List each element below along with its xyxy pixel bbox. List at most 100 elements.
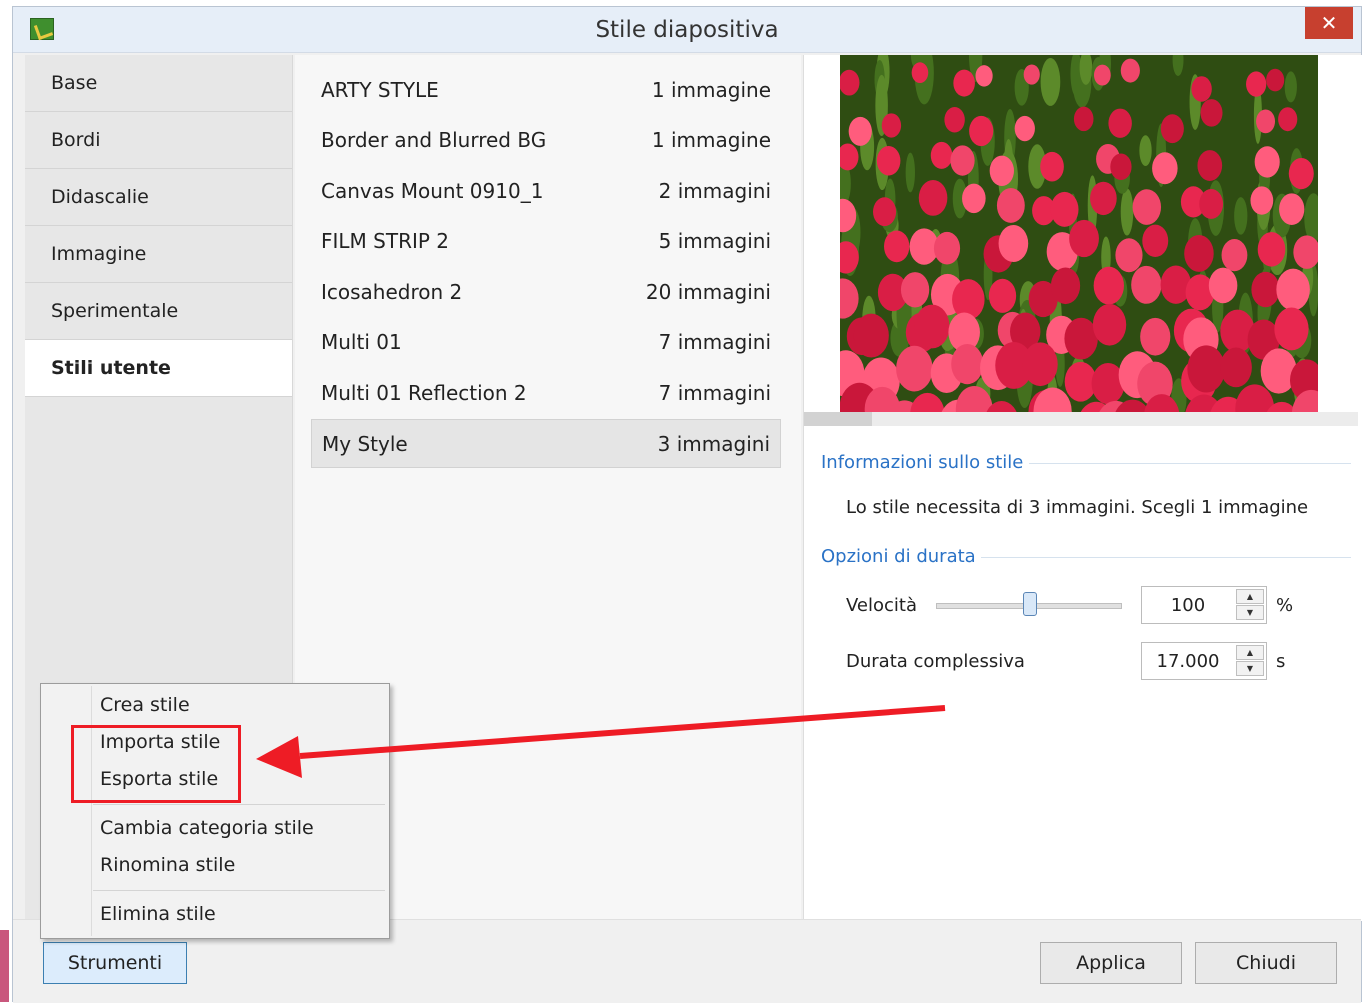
tulip-bloom [944, 106, 965, 133]
tulip-bloom [950, 145, 975, 176]
window-title: Stile diapositiva [595, 17, 779, 43]
leaf [1234, 197, 1248, 235]
spin-down-icon[interactable]: ▼ [1236, 661, 1264, 676]
tulip-bloom [969, 115, 994, 147]
tulip-bloom [1120, 58, 1140, 83]
tulip-bloom [1108, 108, 1132, 138]
preview-image [840, 55, 1318, 412]
speed-unit: % [1276, 595, 1294, 616]
tulip-bloom [1250, 186, 1274, 215]
preview-scrollbar-thumb[interactable] [804, 412, 872, 426]
tulip-bloom [1266, 68, 1285, 92]
title-bar: Stile diapositiva ✕ [13, 7, 1361, 53]
speed-input[interactable]: 100 ▲ ▼ [1141, 586, 1267, 624]
tulip-bloom [1276, 268, 1310, 311]
speed-value: 100 [1170, 595, 1206, 616]
tulip-bloom [1152, 152, 1178, 185]
menu-item-rinomina-stile[interactable]: Rinomina stile [100, 854, 235, 876]
speed-slider-thumb[interactable] [1023, 592, 1037, 616]
sidebar-item-base[interactable]: Base [25, 55, 292, 112]
tulip-bloom [930, 141, 953, 169]
list-item[interactable]: FILM STRIP 2 5 immagini [311, 217, 781, 266]
menu-separator [93, 804, 385, 805]
tulip-bloom [896, 345, 933, 392]
total-duration-value: 17.000 [1156, 651, 1220, 672]
tulip-bloom [1014, 115, 1035, 142]
info-section-title: Informazioni sullo stile [821, 452, 1024, 473]
style-name: Multi 01 Reflection 2 [321, 381, 527, 405]
tulip-bloom [1199, 189, 1224, 219]
speed-spinner: ▲ ▼ [1236, 589, 1264, 621]
style-name: ARTY STYLE [321, 78, 439, 102]
tools-button[interactable]: Strumenti [43, 942, 187, 984]
spin-up-icon[interactable]: ▲ [1236, 589, 1264, 604]
tulip-bloom [989, 155, 1015, 187]
tulip-bloom [1208, 267, 1238, 304]
tulip-bloom [1090, 181, 1117, 216]
tulip-bloom [1288, 157, 1314, 190]
background-strip [0, 930, 9, 1002]
close-button[interactable]: Chiudi [1195, 942, 1337, 984]
menu-item-crea-stile[interactable]: Crea stile [100, 694, 190, 716]
tulip-bloom [1092, 303, 1127, 346]
tulip-bloom [1050, 191, 1079, 227]
sidebar-item-stili-utente[interactable]: Stili utente [25, 340, 292, 397]
tulip-bloom [1064, 317, 1098, 360]
tools-context-menu: Crea stile Importa stile Esporta stile C… [40, 683, 390, 939]
style-image-count: 7 immagini [658, 381, 771, 405]
sidebar-item-bordi[interactable]: Bordi [25, 112, 292, 169]
menu-gutter [91, 686, 92, 936]
tulip-bloom [1073, 106, 1094, 132]
tulip-bloom [911, 62, 929, 84]
menu-separator [93, 890, 385, 891]
list-item[interactable]: Canvas Mount 0910_1 2 immagini [311, 167, 781, 216]
tulip-bloom [876, 146, 901, 176]
tulip-bloom [1251, 271, 1280, 308]
sidebar-item-didascalie[interactable]: Didascalie [25, 169, 292, 226]
tulip-bloom [881, 113, 902, 138]
sidebar-item-sperimentale[interactable]: Sperimentale [25, 283, 292, 340]
style-image-count: 2 immagini [658, 179, 771, 203]
tulip-bloom [884, 230, 910, 263]
style-name: My Style [322, 432, 408, 456]
tulip-bloom [1220, 347, 1252, 388]
style-details-panel: Informazioni sullo stile Lo stile necess… [803, 55, 1363, 921]
total-duration-spinner: ▲ ▼ [1236, 645, 1264, 677]
tulip-bloom [1160, 114, 1184, 144]
tulip-bloom [1197, 150, 1223, 181]
tulip-bloom [1256, 109, 1276, 134]
tulip-bloom [1040, 151, 1064, 182]
list-item[interactable]: Multi 01 Reflection 2 7 immagini [311, 369, 781, 418]
style-image-count: 1 immagine [651, 78, 771, 102]
tulip-bloom [1246, 71, 1267, 97]
list-item[interactable]: ARTY STYLE 1 immagine [311, 66, 781, 115]
tulip-bloom [1279, 193, 1305, 225]
tulip-bloom [1274, 307, 1309, 351]
total-duration-label: Durata complessiva [846, 651, 1025, 672]
tulip-bloom [1257, 232, 1286, 267]
tulip-bloom [900, 272, 930, 308]
tulip-bloom [848, 116, 872, 146]
leaf [1139, 135, 1152, 167]
list-item[interactable]: Icosahedron 2 20 immagini [311, 268, 781, 317]
list-item[interactable]: Multi 01 7 immagini [311, 318, 781, 367]
style-name: Icosahedron 2 [321, 280, 463, 304]
list-item-selected[interactable]: My Style 3 immagini [311, 419, 781, 468]
tulip-bloom [998, 224, 1029, 263]
leaf [905, 152, 915, 193]
spin-down-icon[interactable]: ▼ [1236, 605, 1264, 620]
tulip-bloom [1140, 317, 1171, 356]
menu-item-cambia-categoria[interactable]: Cambia categoria stile [100, 817, 314, 839]
tulip-bloom [953, 69, 975, 97]
menu-item-elimina-stile[interactable]: Elimina stile [100, 903, 216, 925]
tulip-bloom [1191, 76, 1212, 102]
leaf [1040, 57, 1061, 106]
close-window-button[interactable]: ✕ [1305, 7, 1353, 39]
list-item[interactable]: Border and Blurred BG 1 immagine [311, 116, 781, 165]
section-divider [1029, 463, 1351, 464]
spin-up-icon[interactable]: ▲ [1236, 645, 1264, 660]
sidebar-item-immagine[interactable]: Immagine [25, 226, 292, 283]
total-duration-input[interactable]: 17.000 ▲ ▼ [1141, 642, 1267, 680]
preview-scrollbar[interactable] [804, 412, 1358, 426]
apply-button[interactable]: Applica [1040, 942, 1182, 984]
